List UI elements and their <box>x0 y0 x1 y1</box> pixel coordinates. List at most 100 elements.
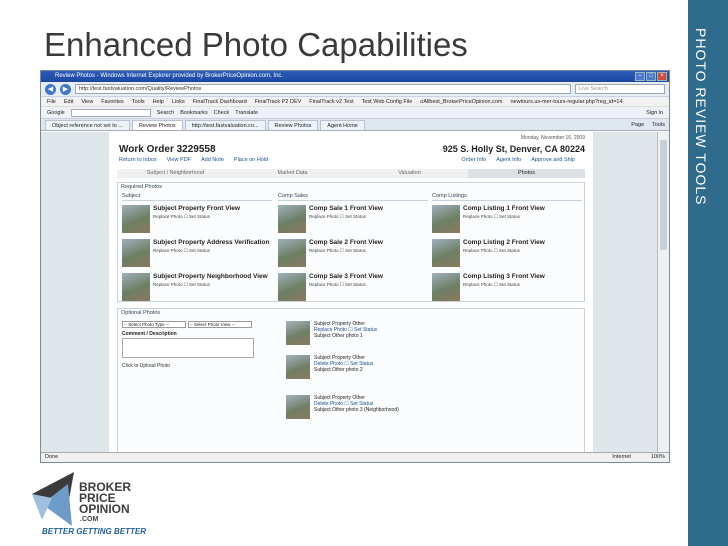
photo-thumbnail[interactable] <box>278 205 306 233</box>
slide: Enhanced Photo Capabilities PHOTO REVIEW… <box>0 0 728 546</box>
tab-object-reference[interactable]: Object reference not set to ... <box>45 120 130 130</box>
sidebar-label: PHOTO REVIEW TOOLS <box>693 28 709 206</box>
upload-photo-link[interactable]: Click to Upload Photo <box>122 363 258 369</box>
vertical-scrollbar[interactable] <box>657 132 669 453</box>
replace-photo-link[interactable]: Replace Photo ☐ Set Status <box>309 214 383 220</box>
menu-tools[interactable]: Tools <box>132 97 145 106</box>
tab-subject-neighborhood[interactable]: Subject / Neighborhood <box>117 169 234 178</box>
tab-review-photos[interactable]: Review Photos <box>131 120 183 130</box>
menu-view[interactable]: View <box>81 97 93 106</box>
photo-thumbnail[interactable] <box>432 205 460 233</box>
maximize-button[interactable]: □ <box>646 72 656 81</box>
link-item[interactable]: FinalTrack P2 DEV <box>255 97 302 106</box>
check-button[interactable]: Check <box>214 110 230 116</box>
optional-photo-desc: Subject Other photo 2 <box>314 367 363 373</box>
photo-item: Comp Listing 3 Front View Replace Photo ☐… <box>432 273 582 303</box>
photo-thumbnail[interactable] <box>122 273 150 301</box>
link-item[interactable]: newtours.us-mer-tours-regular.php?reg_id… <box>511 97 623 106</box>
optional-photos-section: Optional Photos -- Select Photo Type -- … <box>117 308 585 453</box>
photo-thumbnail[interactable] <box>286 355 310 379</box>
place-hold-link[interactable]: Place on Hold <box>234 157 268 163</box>
photo-thumbnail[interactable] <box>286 321 310 345</box>
approve-ship-link[interactable]: Approve and Ship <box>531 157 575 163</box>
page-menu[interactable]: Page <box>631 120 644 130</box>
link-item[interactable]: oAllbest_BrokerPriceOpinion.com <box>420 97 502 106</box>
sign-in-button[interactable]: Sign in <box>646 110 669 116</box>
tab-photos[interactable]: Photos <box>468 169 585 178</box>
photo-thumbnail[interactable] <box>278 239 306 267</box>
zoom-level[interactable]: 100% <box>651 453 665 462</box>
photo-thumbnail[interactable] <box>278 273 306 301</box>
tab-fastvaluation[interactable]: http://test.fastvaluation.co... <box>184 120 266 130</box>
menu-bar: File Edit View Favorites Tools Help Link… <box>41 97 669 107</box>
google-search-button[interactable]: Search <box>157 110 174 116</box>
translate-button[interactable]: Translate <box>235 110 258 116</box>
status-bar: Done Internet 100% <box>41 452 669 462</box>
minimize-button[interactable]: – <box>635 72 645 81</box>
photo-label: Comp Sale 1 Front View <box>309 205 383 212</box>
link-item[interactable]: FinalTrack Dashboard <box>193 97 247 106</box>
tools-menu[interactable]: Tools <box>652 120 665 130</box>
optional-photo-desc: Subject Other photo 3 (Neighborhood) <box>314 407 399 413</box>
photo-item: Comp Sale 2 Front View Replace Photo ☐ Se… <box>278 239 428 269</box>
subject-heading: Subject <box>122 193 272 201</box>
bookmarks-button[interactable]: Bookmarks <box>180 110 208 116</box>
page-viewport: Monday, November 16, 2009 Work Order 322… <box>41 132 659 453</box>
work-order-title: Work Order 3229558 <box>119 144 216 155</box>
photo-thumbnail[interactable] <box>432 273 460 301</box>
photo-thumbnail[interactable] <box>432 239 460 267</box>
add-note-link[interactable]: Add Note <box>201 157 224 163</box>
replace-photo-link[interactable]: Replace Photo ☐ Set Status <box>463 282 545 288</box>
menu-edit[interactable]: Edit <box>64 97 73 106</box>
menu-help[interactable]: Help <box>153 97 164 106</box>
photo-label: Comp Listing 3 Front View <box>463 273 545 280</box>
photo-item: Comp Listing 2 Front View Replace Photo ☐… <box>432 239 582 269</box>
logo-dotcom: .COM <box>80 516 99 523</box>
google-search-input[interactable] <box>70 108 151 117</box>
photo-label: Subject Property Front View <box>153 205 240 212</box>
forward-icon[interactable]: ▶ <box>60 83 71 95</box>
view-pdf-link[interactable]: View PDF <box>167 157 191 163</box>
tab-agent-home[interactable]: Agent Home <box>320 120 365 130</box>
tab-bar: Object reference not set to ... Review P… <box>41 119 669 131</box>
close-button[interactable]: × <box>657 72 667 81</box>
photo-label: Comp Listing 2 Front View <box>463 239 545 246</box>
back-icon[interactable]: ◀ <box>45 83 56 95</box>
photo-thumbnail[interactable] <box>122 239 150 267</box>
photo-item: Subject Property Neighborhood View Replac… <box>122 273 272 303</box>
tab-valuation[interactable]: Valuation <box>351 169 468 178</box>
agent-info-link[interactable]: Agent Info <box>496 157 521 163</box>
tab-market-data[interactable]: Market Data <box>234 169 351 178</box>
replace-photo-link[interactable]: Replace Photo ☐ Set Status <box>309 248 383 254</box>
replace-photo-link[interactable]: Replace Photo ☐ Set Status <box>463 214 545 220</box>
menu-file[interactable]: File <box>47 97 56 106</box>
replace-photo-link[interactable]: Replace Photo ☐ Set Status <box>153 248 269 254</box>
replace-photo-link[interactable]: Replace Photo ☐ Set Status <box>153 214 240 220</box>
link-item[interactable]: Test Web Config File <box>362 97 413 106</box>
replace-photo-link[interactable]: Replace Photo ☐ Set Status <box>309 282 383 288</box>
photo-item: Subject Property Front View Replace Photo… <box>122 205 272 235</box>
photo-type-select[interactable]: -- Select Photo Type -- <box>122 321 186 328</box>
replace-photo-link[interactable]: Replace Photo ☐ Set Status <box>463 248 545 254</box>
link-item[interactable]: FinalTrack v2 Test <box>309 97 353 106</box>
photo-label: Subject Property Neighborhood View <box>153 273 268 280</box>
replace-photo-link[interactable]: Replace Photo ☐ Set Status <box>153 282 268 288</box>
optional-photo-item: Subject Property Other Delete Photo ☐ Set… <box>286 395 399 419</box>
search-input[interactable]: Live Search <box>575 84 665 94</box>
subject-column: Subject Subject Property Front View Repla… <box>122 193 272 303</box>
photo-item: Comp Listing 1 Front View Replace Photo ☐… <box>432 205 582 235</box>
scroll-thumb[interactable] <box>660 140 667 250</box>
comment-textarea[interactable] <box>122 338 254 358</box>
address-bar[interactable]: http://test.fastvaluation.com/Quality/Re… <box>75 84 571 94</box>
photo-thumbnail[interactable] <box>286 395 310 419</box>
tab-review-photos-2[interactable]: Review Photos <box>267 120 319 130</box>
google-logo: Google <box>47 109 65 116</box>
photo-label: Comp Sale 2 Front View <box>309 239 383 246</box>
menu-favorites[interactable]: Favorites <box>101 97 124 106</box>
photo-thumbnail[interactable] <box>122 205 150 233</box>
photo-view-select[interactable]: -- Select Photo View -- <box>187 321 252 328</box>
return-inbox-link[interactable]: Return to Inbox <box>119 157 157 163</box>
order-info-link[interactable]: Order Info <box>461 157 486 163</box>
page-date: Monday, November 16, 2009 <box>520 135 585 141</box>
optional-photo-item: Subject Property Other Delete Photo ☐ Set… <box>286 355 373 379</box>
